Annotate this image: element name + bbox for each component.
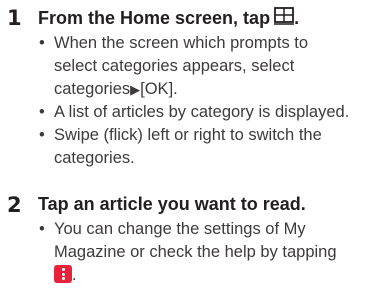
instruction-page: 1 From the Home screen, tap . When the s… bbox=[0, 0, 385, 292]
step-number: 2 bbox=[7, 193, 22, 217]
step-2-bullets: You can change the settings of My Magazi… bbox=[39, 218, 337, 287]
right-triangle-icon: ▶ bbox=[130, 82, 141, 97]
bullet-item: You can change the settings of My Magazi… bbox=[39, 218, 337, 287]
step-heading: From the Home screen, tap . bbox=[38, 7, 299, 30]
bullet-item: When the screen which prompts to select … bbox=[39, 32, 349, 101]
step-number: 1 bbox=[7, 6, 22, 30]
step-heading-text: From the Home screen, tap bbox=[38, 8, 271, 28]
step-heading-period: . bbox=[294, 8, 300, 28]
menu-icon bbox=[54, 265, 72, 283]
bullet-item: A list of articles by category is displa… bbox=[39, 101, 349, 124]
step-heading: Tap an article you want to read. bbox=[38, 194, 306, 215]
bullet-item: Swipe (flick) left or right to switch th… bbox=[39, 124, 349, 170]
step-heading-text: Tap an article you want to read. bbox=[38, 194, 306, 214]
grid-app-icon bbox=[274, 7, 295, 30]
step-1-bullets: When the screen which prompts to select … bbox=[39, 32, 349, 170]
